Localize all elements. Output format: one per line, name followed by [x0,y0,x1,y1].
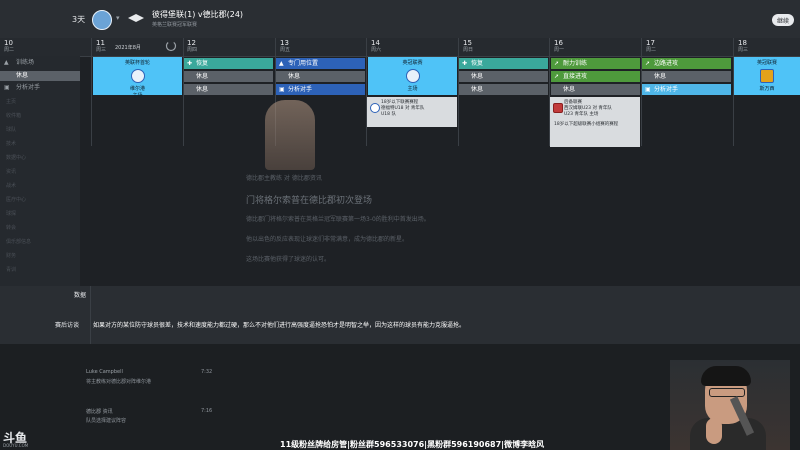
player-portrait [265,100,315,170]
event-recovery[interactable]: ✚ 恢复 [459,58,548,69]
news-line: 德比郡门将格尔索普在英格兰冠军联赛第一场3-0的胜利中首发出场。 [246,216,430,223]
event-rest[interactable]: 休息 [184,71,273,82]
day-header: 10 周二 [4,39,15,54]
message-time: 7:32 [201,369,213,375]
whistle-icon: ▲ [279,60,284,67]
news-line: 这场比赛他获得了球迷的认可。 [246,256,331,263]
match-card-cup[interactable]: 英联杯首轮 维尔港 主场 [93,57,182,99]
club-crest-icon [92,10,112,30]
fixture-popover-u18[interactable]: 18岁以下联赛赛程 德福特U18 对 青年队 U18 队 [367,97,457,127]
match-card-league[interactable]: 英冠联赛 主场 [368,57,457,95]
clipboard-icon: ▣ [279,86,285,93]
message-sender: Luke Campbell [86,369,123,375]
arrow-icon: ➚ [554,60,560,67]
section-label-data: 数据 [74,292,87,299]
event-rest[interactable]: 休息 [642,71,731,82]
streamer-hair [701,366,751,386]
event-direct-attack[interactable]: ➚ 直接进攻 [551,71,640,82]
clipboard-icon: ▣ [4,84,10,91]
sidebar-nav-item[interactable]: 转会 [6,224,16,231]
continue-button[interactable]: 继续 [772,14,794,26]
opponent-flag-icon [126,12,146,24]
sidebar-nav-item[interactable]: 青训 [6,266,16,273]
sidebar-nav-item[interactable]: 收件箱 [6,112,21,119]
event-rest[interactable]: 休息 [459,84,548,95]
match-card-away[interactable]: 英冠联赛 斯万西 [734,57,800,95]
opponent-crest-icon [130,69,145,83]
chevron-down-icon[interactable]: ▾ [116,14,120,22]
opponent-shield-icon [553,103,563,113]
next-match-competition: 英格兰联赛冠军联赛 [152,22,198,28]
sidebar-item-rest[interactable]: 休息 [0,71,80,81]
tips-panel [0,286,800,344]
event-rest[interactable]: 休息 [551,84,640,95]
day-divider [91,38,92,146]
streamer-glasses [709,388,745,397]
top-bar [0,0,800,38]
message-time: 7:16 [201,408,213,414]
opponent-crest-icon [405,69,420,83]
streamer-hand [706,418,722,444]
sidebar-nav-item[interactable]: 俱乐部信息 [6,238,31,245]
day-header: 15 周日 [463,39,474,54]
douyu-logo-sub: DOUYU.COM [3,443,29,448]
fixture-popover-reserve[interactable]: 后备联赛 西汉姆联U23 对 青年队 U23 青年队 主场 18岁以下超级联赛小… [550,97,640,147]
day-header: 11 周三 [96,39,107,54]
news-line: 他以出色的反应表现让球迷们非常满意，成为德比郡的新星。 [246,236,409,243]
tip-text: 如果对方的某位防守球员很差，技术和速度能力都过硬，那么不对他们进行高强度逼抢恐怕… [93,322,466,329]
sidebar-item-analysis[interactable]: ▣ 分析对手 [0,83,80,93]
recovery-icon: ✚ [462,60,468,67]
day-divider [366,38,367,146]
event-recovery[interactable]: ✚ 恢复 [184,58,273,69]
panel-divider [90,286,91,344]
event-wing-attack[interactable]: ➚ 边路进攻 [642,58,731,69]
day-header: 16 周一 [554,39,565,54]
recovery-icon: ✚ [187,60,193,67]
event-set-pieces[interactable]: ▲ 专门用位置 [276,58,365,69]
section-label-interview: 赛后访谈 [55,322,80,329]
sidebar-nav-item[interactable]: 战术 [6,182,16,189]
message-sender: 德比郡 资讯 [86,409,113,415]
arrow-icon: ➚ [554,73,560,80]
day-header: 18 周三 [738,39,749,54]
club-crest-icon [370,103,380,113]
sidebar-nav-item[interactable]: 资讯 [6,168,16,175]
calendar-loading-icon [165,40,177,52]
whistle-icon: ▲ [4,59,9,66]
day-header: 14 周六 [371,39,382,54]
clipboard-icon: ▣ [645,86,651,93]
event-rest[interactable]: 休息 [459,71,548,82]
event-opposition-analysis[interactable]: ▣ 分析对手 [642,84,731,95]
event-opposition-analysis[interactable]: ▣ 分析对手 [276,84,365,95]
sidebar-nav-item[interactable]: 技术 [6,140,16,147]
day-header: 12 周四 [187,39,198,54]
arrow-icon: ➚ [645,60,651,67]
sidebar-nav-item[interactable]: 主页 [6,98,16,105]
event-endurance[interactable]: ➚ 耐力训练 [551,58,640,69]
sidebar-item-training[interactable]: ▲ 训练场 [0,58,80,68]
stream-banner: 11级粉丝牌给房管|粉丝群596533076|黑粉群596190687|微博李晗… [280,440,545,449]
news-title: 门将格尔索普在德比郡初次登场 [246,196,373,206]
sidebar-nav-item[interactable]: 球队 [6,126,16,133]
event-rest[interactable]: 休息 [184,84,273,95]
news-header: 德比郡主教练 对 德比郡资讯 [246,175,322,182]
opponent-crest-icon [760,69,774,83]
message-text[interactable]: 队员选择建议阵容 [86,417,126,424]
next-match-title[interactable]: 彼得堡联(1) v德比郡(24) [152,9,243,20]
sidebar-nav-item[interactable]: 医疗中心 [6,196,26,203]
days-left: 3天 [72,15,86,24]
sidebar-nav-item[interactable]: 数据中心 [6,154,26,161]
day-header: 13 周五 [280,39,291,54]
day-header: 17 周二 [646,39,657,54]
sidebar-nav-item[interactable]: 球探 [6,210,16,217]
message-text[interactable]: 将主教练对德比郡对阵维尔港 [86,378,151,385]
sidebar-nav-item[interactable]: 财务 [6,252,16,259]
event-rest[interactable]: 休息 [276,71,365,82]
month-label: 2021年8月 [115,45,141,51]
